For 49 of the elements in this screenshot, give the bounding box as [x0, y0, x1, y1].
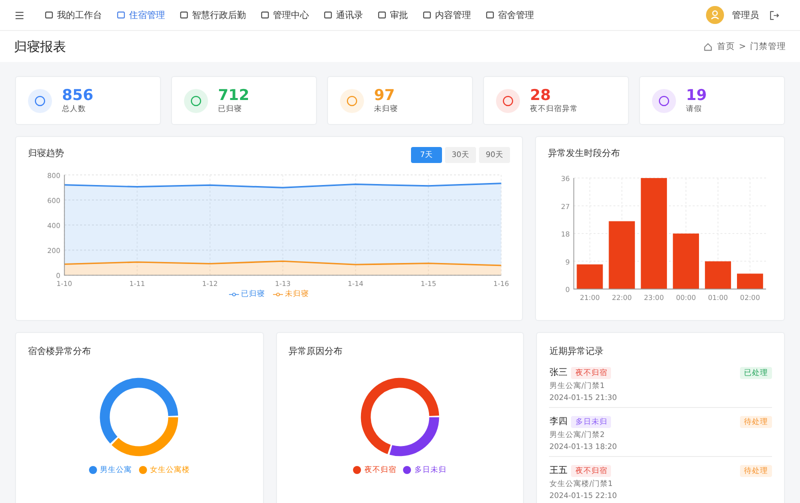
person-name: 王五 [549, 465, 568, 477]
breadcrumb-item[interactable]: 门禁管理 [750, 40, 786, 52]
nav-tab[interactable]: 管理中心 [255, 6, 314, 24]
bar [608, 221, 635, 290]
card-title: 异常发生时段分布 [548, 148, 620, 160]
stat-icon [184, 88, 208, 112]
home-icon [702, 42, 713, 52]
nav-icon [116, 10, 126, 20]
line-marker-icon [229, 292, 239, 296]
nav-icon [485, 10, 495, 20]
stat-value: 19 [686, 87, 707, 104]
logout-icon[interactable] [769, 10, 780, 20]
nav-icon [44, 10, 54, 20]
menu-icon[interactable] [14, 10, 25, 20]
stat-icon [28, 88, 52, 112]
bar [576, 264, 603, 290]
nav-icon [260, 10, 270, 20]
line-marker-icon [273, 292, 283, 296]
card-title: 归寝趋势 [28, 148, 64, 160]
stat-icon [652, 88, 676, 112]
bar [672, 234, 699, 290]
person-name: 李四 [549, 416, 568, 428]
stat-value: 28 [530, 87, 552, 104]
nav-tab[interactable]: 住宿管理 [111, 6, 170, 24]
breadcrumb-item[interactable]: > [738, 42, 746, 52]
nav-icon [422, 10, 432, 20]
nav-icon [179, 10, 189, 20]
nav-tab[interactable]: 内容管理 [417, 6, 476, 24]
stat-icon [496, 88, 520, 112]
nav-tab[interactable]: 宿舍管理 [480, 6, 539, 24]
nav-icon [377, 10, 387, 20]
nav-tab[interactable]: 我的工作台 [39, 6, 107, 24]
nav-tab[interactable]: 审批 [372, 6, 413, 24]
person-name: 张三 [549, 366, 568, 379]
stat-value: 712 [218, 87, 250, 104]
card-title: 异常原因分布 [288, 346, 343, 358]
page-title: 归寝报表 [14, 38, 66, 56]
stat-icon [340, 88, 364, 112]
nav-tab[interactable]: 智慧行政后勤 [174, 6, 251, 24]
bar [704, 261, 732, 290]
breadcrumb-item[interactable]: 首页 [716, 40, 735, 52]
card-title: 宿舍楼异常分布 [28, 346, 91, 358]
bar [736, 274, 764, 290]
nav-icon [323, 10, 333, 20]
card-title: 近期异常记录 [549, 346, 604, 358]
user-name[interactable]: 管理员 [732, 8, 759, 22]
nav-tab[interactable]: 通讯录 [318, 6, 368, 24]
stat-value: 856 [62, 87, 94, 104]
stat-value: 97 [374, 87, 396, 104]
